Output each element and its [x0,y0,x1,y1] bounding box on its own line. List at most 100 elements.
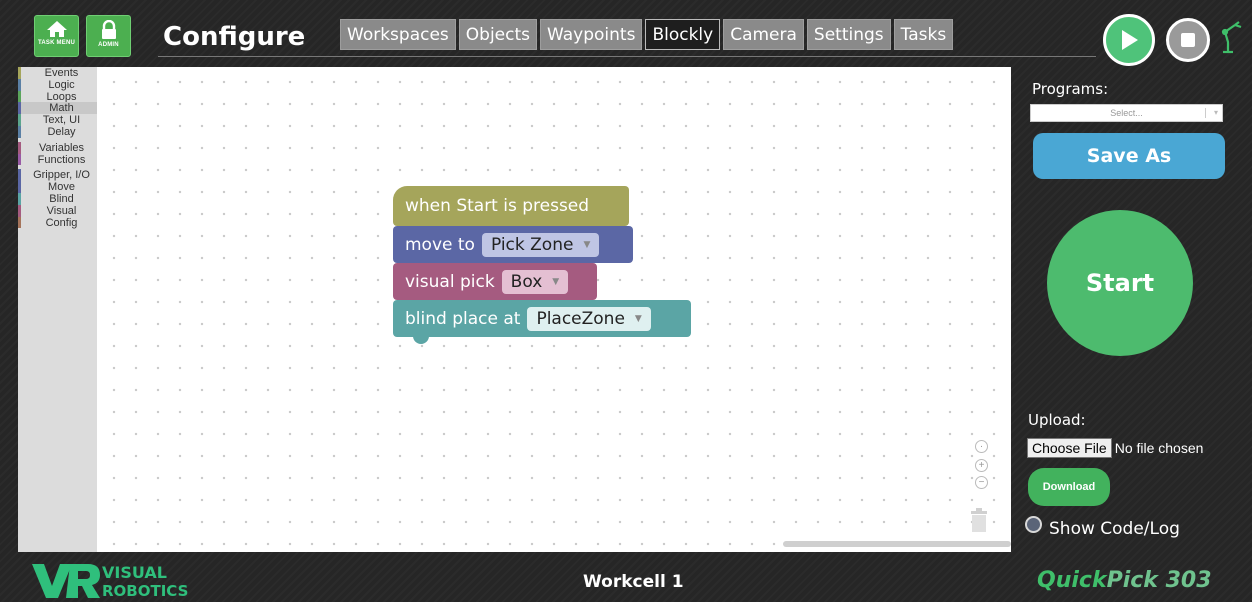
pick-zone-dropdown-value: Pick Zone [490,234,574,255]
toolbox-category-loops[interactable]: Loops [18,90,97,103]
dropdown-arrow-icon: ▼ [583,239,591,250]
toolbox-category-label: Loops [46,90,77,103]
toolbox-category-label: Variables [38,141,85,154]
move-block[interactable]: move to Pick Zone ▼ [393,226,633,270]
category-color-bar [18,67,21,79]
zoom-in-icon[interactable]: + [975,459,988,472]
category-color-bar [18,125,21,138]
dropdown-arrow-icon: ▼ [552,276,560,287]
choose-file-button[interactable]: Choose File [1027,438,1112,458]
programs-select[interactable]: Select... ▾ [1030,104,1223,122]
file-upload: Choose File No file chosen [1027,438,1203,458]
save-as-button[interactable]: Save As [1033,133,1225,179]
blockly-workspace[interactable]: when Start is pressed move to Pick Zone ▼… [97,67,1011,552]
toolbox-category-visual[interactable]: Visual [18,204,97,217]
move-block-text: move to [405,234,475,255]
category-color-bar [18,204,21,217]
event-block[interactable]: when Start is pressed [393,186,629,233]
toolbox-category-label: Math [49,102,74,115]
place-zone-dropdown-value: PlaceZone [536,308,625,329]
blind-place-block-text: blind place at [405,308,521,329]
tab-waypoints[interactable]: Waypoints [540,19,643,50]
category-color-bar [18,169,21,182]
zoom-out-icon[interactable]: − [975,476,988,489]
toolbox-category-logic[interactable]: Logic [18,78,97,91]
admin-label: ADMIN [98,42,119,48]
toolbox-category-functions[interactable]: Functions [18,153,97,166]
category-color-bar [18,216,21,229]
play-icon [1122,30,1138,50]
blind-place-block[interactable]: blind place at PlaceZone ▼ [393,300,691,344]
product-name-part2: Pick 303 [1106,568,1212,593]
dropdown-arrow-icon: ▼ [634,313,642,324]
toolbox-category-label: Events [44,67,79,79]
toolbox-category-label: Functions [37,153,86,166]
tab-objects[interactable]: Objects [458,19,538,50]
blockly-toolbox: Events Logic Loops Math Text, UI Delay Variabl… [18,67,97,552]
start-button[interactable]: Start [1047,210,1193,356]
place-zone-dropdown[interactable]: PlaceZone ▼ [527,306,651,331]
tab-tasks[interactable]: Tasks [893,19,954,50]
toolbox-category-gripper-i-o[interactable]: Gripper, I/O [18,169,97,181]
product-name-part1: Quick [1037,568,1107,593]
task-menu-button[interactable]: TASK MENU [34,15,79,57]
download-button[interactable]: Download [1028,468,1110,506]
zoom-reset-icon[interactable]: · [975,440,988,453]
select-separator [1205,108,1206,118]
task-menu-label: TASK MENU [37,40,76,46]
category-color-bar [18,141,21,154]
category-color-bar [18,192,21,205]
toolbox-category-move[interactable]: Move [18,181,97,193]
toolbox-category-label: Blind [49,192,74,205]
tab-bar: Workspaces Objects Waypoints Blockly Cam… [340,19,954,50]
category-color-bar [18,78,21,91]
show-code-label: Show Code/Log [1049,519,1180,539]
stop-icon [1181,33,1195,47]
show-code-toggle[interactable] [1025,516,1042,533]
box-dropdown[interactable]: Box ▼ [501,269,569,294]
header-divider [158,56,1096,57]
home-icon [46,21,67,37]
toolbox-category-label: Logic [48,78,75,91]
visual-pick-block-text: visual pick [405,271,495,292]
category-color-bar [18,90,21,103]
play-button[interactable] [1103,14,1155,66]
category-color-bar [18,153,21,166]
visual-robotics-logo: VISUAL ROBOTICS [32,563,188,600]
logo-line2: ROBOTICS [102,582,188,600]
toolbox-category-label: Config [45,216,78,229]
app-window: TASK MENU ADMIN Configure Workspaces Obj… [0,0,1252,602]
tab-blockly[interactable]: Blockly [645,19,721,50]
file-status-text: No file chosen [1114,440,1204,456]
workspace-horizontal-scrollbar[interactable] [783,541,1011,547]
toolbox-category-label: Gripper, I/O [33,169,90,182]
toolbox-category-math[interactable]: Math [18,102,97,114]
category-color-bar [18,181,21,193]
robot-arm-icon[interactable] [1219,20,1247,54]
event-block-text: when Start is pressed [405,196,590,216]
toolbox-category-events[interactable]: Events [18,67,97,79]
toolbox-category-text-ui[interactable]: Text, UI [18,114,97,126]
admin-button[interactable]: ADMIN [86,15,131,57]
toolbox-category-label: Visual [46,204,77,217]
programs-select-placeholder: Select... [1110,108,1143,118]
visual-pick-block[interactable]: visual pick Box ▼ [393,263,597,307]
pick-zone-dropdown[interactable]: Pick Zone ▼ [481,232,600,257]
toolbox-category-label: Delay [47,125,76,138]
category-color-bar [18,114,21,126]
toolbox-category-config[interactable]: Config [18,216,97,229]
tab-workspaces[interactable]: Workspaces [340,19,456,50]
toolbox-category-label: Move [48,181,75,194]
chevron-down-icon: ▾ [1213,108,1218,117]
lock-icon [101,20,116,39]
toolbox-category-delay[interactable]: Delay [18,125,97,138]
stop-button[interactable] [1166,18,1210,62]
toolbox-category-label: Text, UI [42,114,81,127]
toolbox-category-variables[interactable]: Variables [18,141,97,154]
block-notch [413,336,429,344]
trash-icon[interactable] [969,507,989,533]
toolbox-category-blind[interactable]: Blind [18,192,97,205]
tab-settings[interactable]: Settings [806,19,891,50]
category-color-bar [18,102,21,115]
tab-camera[interactable]: Camera [723,19,804,50]
